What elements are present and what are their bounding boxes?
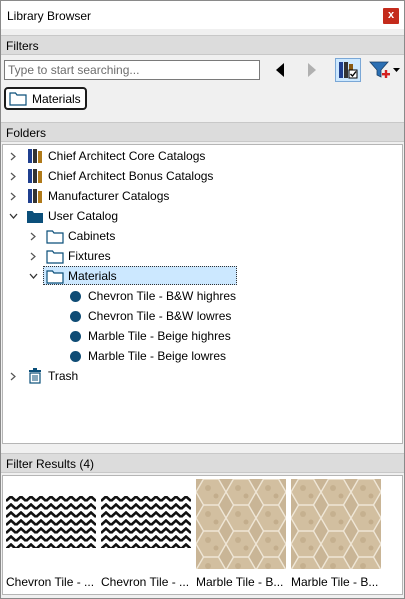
chevron-down-icon[interactable]	[8, 211, 18, 221]
tree-item-label: Materials	[68, 269, 117, 283]
catalog-books-icon	[26, 188, 44, 204]
material-dot-icon	[66, 288, 84, 304]
trash-icon	[26, 368, 44, 384]
back-button[interactable]	[271, 58, 289, 82]
result-caption: Chevron Tile - ...	[101, 575, 190, 589]
folders-header: Folders	[1, 122, 404, 142]
result-thumbnail[interactable]: Chevron Tile - ...	[6, 479, 96, 589]
marble-tile-swatch	[196, 479, 286, 569]
chevron-right-icon[interactable]	[28, 251, 38, 261]
folder-icon	[9, 92, 27, 106]
tree-item-label: Cabinets	[68, 229, 116, 243]
chevron-right-icon[interactable]	[28, 231, 38, 241]
folder-filled-icon	[26, 208, 44, 224]
filter-results-header: Filter Results (4)	[1, 453, 404, 473]
chevron-right-icon[interactable]	[8, 171, 18, 181]
tree-item-material[interactable]: Marble Tile - Beige lowres	[66, 346, 226, 366]
filter-results-header-label: Filter Results (4)	[6, 457, 95, 471]
marble-tile-swatch	[291, 479, 381, 569]
folders-header-label: Folders	[6, 126, 47, 140]
catalog-check-icon	[339, 62, 358, 79]
folder-icon	[46, 228, 64, 244]
result-caption: Marble Tile - B...	[196, 575, 284, 589]
result-thumbnail[interactable]: Marble Tile - B...	[291, 479, 381, 589]
catalog-books-icon	[26, 168, 44, 184]
tree-item-bonus-catalogs[interactable]: Chief Architect Bonus Catalogs	[8, 166, 213, 186]
arrow-right-icon	[308, 63, 316, 77]
tree-item-label: Chevron Tile - B&W lowres	[88, 309, 232, 323]
tree-item-materials[interactable]: Materials	[28, 266, 117, 286]
folder-tree: Chief Architect Core Catalogs Chief Arch…	[2, 144, 403, 444]
forward-button[interactable]	[303, 58, 321, 82]
tree-item-label: Chevron Tile - B&W highres	[88, 289, 237, 303]
result-caption: Chevron Tile - ...	[6, 575, 95, 589]
catalog-filter-toggle[interactable]	[335, 58, 361, 82]
tree-item-label: User Catalog	[48, 209, 119, 223]
chevron-tile-swatch	[101, 479, 191, 569]
tree-item-user-catalog[interactable]: User Catalog	[8, 206, 118, 226]
filters-header-label: Filters	[6, 39, 39, 53]
tree-item-label: Fixtures	[68, 249, 111, 263]
library-browser-window: Library Browser x Filters Material	[0, 0, 405, 599]
active-filter-chip[interactable]: Materials	[4, 87, 87, 110]
title-bar: Library Browser x	[1, 1, 404, 29]
tree-item-label: Chief Architect Core Catalogs	[48, 149, 206, 163]
filter-results-panel: Chevron Tile - ... Chevron Tile - ... Ma…	[2, 475, 403, 595]
tree-item-core-catalogs[interactable]: Chief Architect Core Catalogs	[8, 146, 205, 166]
chevron-tile-swatch	[6, 479, 96, 569]
filter-add-icon	[368, 61, 390, 78]
tree-item-label: Manufacturer Catalogs	[48, 189, 170, 203]
chevron-right-icon[interactable]	[8, 371, 18, 381]
active-filter-label: Materials	[32, 91, 81, 106]
search-input[interactable]	[4, 60, 260, 80]
catalog-books-icon	[26, 148, 44, 164]
tree-item-label: Marble Tile - Beige lowres	[88, 349, 227, 363]
tree-item-material[interactable]: Marble Tile - Beige highres	[66, 326, 231, 346]
folder-icon	[46, 248, 64, 264]
result-thumbnail[interactable]: Chevron Tile - ...	[101, 479, 191, 589]
close-button[interactable]: x	[383, 8, 399, 24]
tree-item-manufacturer-catalogs[interactable]: Manufacturer Catalogs	[8, 186, 169, 206]
tree-item-material[interactable]: Chevron Tile - B&W lowres	[66, 306, 231, 326]
filters-header: Filters	[1, 35, 404, 55]
tree-item-label: Trash	[48, 369, 79, 383]
result-caption: Marble Tile - B...	[291, 575, 379, 589]
tree-item-cabinets[interactable]: Cabinets	[28, 226, 115, 246]
tree-item-trash[interactable]: Trash	[8, 366, 78, 386]
chevron-right-icon[interactable]	[8, 151, 18, 161]
tree-item-material[interactable]: Chevron Tile - B&W highres	[66, 286, 236, 306]
folder-icon	[46, 268, 64, 284]
tree-item-label: Chief Architect Bonus Catalogs	[48, 169, 214, 183]
material-dot-icon	[66, 328, 84, 344]
add-filter-dropdown[interactable]	[367, 58, 401, 82]
material-dot-icon	[66, 308, 84, 324]
arrow-left-icon	[276, 63, 284, 77]
chevron-down-icon	[392, 67, 400, 72]
result-thumbnail[interactable]: Marble Tile - B...	[196, 479, 286, 589]
window-title: Library Browser	[7, 9, 92, 23]
chevron-down-icon[interactable]	[28, 271, 38, 281]
tree-item-label: Marble Tile - Beige highres	[88, 329, 231, 343]
tree-item-fixtures[interactable]: Fixtures	[28, 246, 111, 266]
chevron-right-icon[interactable]	[8, 191, 18, 201]
material-dot-icon	[66, 348, 84, 364]
